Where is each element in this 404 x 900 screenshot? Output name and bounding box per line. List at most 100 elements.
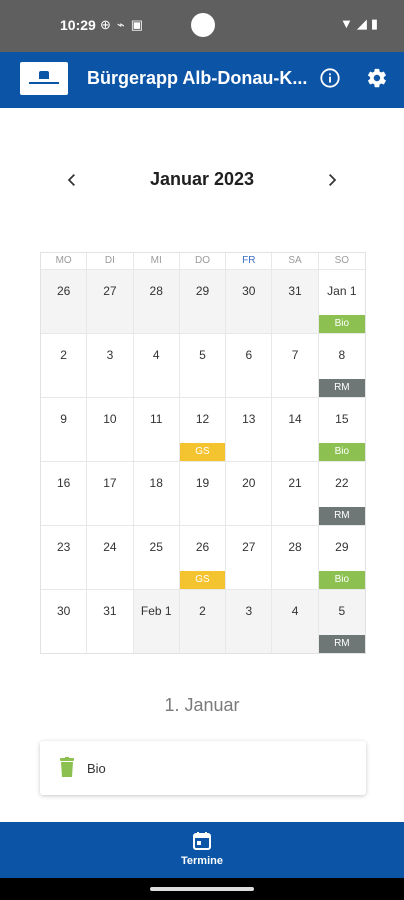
calendar-day[interactable]: 16	[41, 461, 88, 525]
sd-card-icon: ▣	[130, 17, 144, 32]
day-number: 22	[335, 476, 349, 490]
calendar-day[interactable]: 5 RM	[318, 589, 365, 653]
calendar-day[interactable]: 29 Bio	[318, 525, 365, 589]
calendar-day[interactable]: 3	[87, 333, 134, 397]
calendar-day[interactable]: 26 GS	[179, 525, 227, 589]
day-number: 14	[288, 412, 302, 426]
day-number: 21	[288, 476, 302, 490]
weekday-label: MO	[41, 253, 88, 269]
calendar-day[interactable]: 18	[133, 461, 180, 525]
calendar-day[interactable]: 27	[226, 525, 273, 589]
day-number: 29	[335, 540, 349, 554]
calendar-day[interactable]: 3	[226, 589, 273, 653]
event-chip-gs: GS	[179, 571, 226, 589]
chevron-right-icon	[329, 174, 337, 186]
day-number: 20	[242, 476, 256, 490]
calendar-day[interactable]: 30	[226, 269, 273, 333]
status-icons-right: ▼ ◢ ▮	[340, 16, 378, 32]
calendar-day[interactable]: 31	[272, 269, 319, 333]
selected-date-label: 1. Januar	[164, 695, 240, 715]
calendar-day[interactable]: 17	[87, 461, 134, 525]
calendar-day[interactable]: 11	[133, 397, 180, 461]
calendar-day[interactable]: 2	[41, 333, 88, 397]
calendar-day[interactable]: Feb 1	[133, 589, 180, 653]
calendar-day[interactable]: 30	[41, 589, 88, 653]
calendar-day[interactable]: 8 RM	[318, 333, 365, 397]
calendar-day[interactable]: 26	[41, 269, 88, 333]
calendar-day[interactable]: 4	[272, 589, 319, 653]
day-number: 8	[338, 348, 346, 362]
calendar-day[interactable]: Jan 1 Bio	[318, 269, 365, 333]
app-title: Bürgerapp Alb-Donau-K...	[87, 68, 308, 88]
day-number: 3	[245, 604, 253, 618]
event-chip-rm: RM	[318, 507, 365, 525]
day-number: 13	[242, 412, 256, 426]
calendar-day[interactable]: 23	[41, 525, 88, 589]
day-number: 4	[152, 348, 160, 362]
day-number: 10	[103, 412, 117, 426]
event-chip-bio: Bio	[318, 315, 365, 333]
calendar-day[interactable]: 5	[179, 333, 227, 397]
calendar-day[interactable]: 6	[226, 333, 273, 397]
calendar-day[interactable]: 12 GS	[179, 397, 227, 461]
month-navigation: Januar 2023	[0, 158, 404, 198]
day-number: Feb 1	[140, 604, 172, 618]
battery-icon: ▮	[370, 16, 378, 31]
tab-termine[interactable]: Termine	[0, 855, 404, 867]
app-bar: Bürgerapp Alb-Donau-K...	[0, 52, 404, 108]
info-button[interactable]	[316, 64, 344, 92]
next-month-button[interactable]	[318, 166, 346, 194]
day-number: 3	[106, 348, 114, 362]
calendar-day[interactable]: 20	[226, 461, 273, 525]
calendar-day[interactable]: 9	[41, 397, 88, 461]
calendar-day[interactable]: 7	[272, 333, 319, 397]
day-number: 19	[195, 476, 210, 490]
day-number: 15	[335, 412, 349, 426]
usb-icon: ⌁	[116, 17, 125, 32]
calendar-day[interactable]: 28	[133, 269, 180, 333]
gesture-bar[interactable]	[150, 887, 254, 891]
calendar-day[interactable]: 10	[87, 397, 134, 461]
calendar-day[interactable]: 21	[272, 461, 319, 525]
calendar-day[interactable]: 25	[133, 525, 180, 589]
day-number: 6	[245, 348, 253, 362]
day-number: 30	[56, 604, 71, 618]
weekday-label: FR	[226, 253, 273, 269]
day-number: 28	[288, 540, 302, 554]
calendar-day[interactable]: 2	[179, 589, 227, 653]
day-number: 27	[242, 540, 256, 554]
calendar-grid: MO DI MI DO FR SA SO 26 27 28 29 30 31 Jan 1 Bi…	[40, 252, 366, 654]
day-number: 29	[195, 284, 210, 298]
calendar-day[interactable]: 22 RM	[318, 461, 365, 525]
day-number: 4	[291, 604, 299, 618]
day-number: Jan 1	[327, 284, 357, 298]
event-chip-bio: Bio	[318, 443, 365, 461]
calendar-day[interactable]: 19	[179, 461, 227, 525]
calendar-day[interactable]: 27	[87, 269, 134, 333]
logo-line	[29, 82, 59, 84]
bottom-navigation: Termine	[0, 822, 404, 878]
wifi-icon: ▼	[339, 16, 353, 31]
gear-icon	[368, 68, 386, 88]
calendar-day[interactable]: 29	[179, 269, 227, 333]
day-number: 17	[103, 476, 117, 490]
settings-button[interactable]	[363, 64, 391, 92]
signal-icon: ◢	[356, 16, 367, 31]
calendar-icon[interactable]	[192, 831, 212, 851]
weekday-header: MO DI MI DO FR SA SO	[41, 253, 365, 269]
calendar-day[interactable]: 31	[87, 589, 134, 653]
calendar-day[interactable]: 24	[87, 525, 134, 589]
calendar-day[interactable]: 28	[272, 525, 319, 589]
event-card[interactable]: Bio	[40, 741, 366, 795]
day-number: 27	[103, 284, 117, 298]
day-number: 31	[288, 284, 302, 298]
calendar-day[interactable]: 13	[226, 397, 273, 461]
event-chip-rm: RM	[318, 635, 365, 653]
calendar-day[interactable]: 15 Bio	[318, 397, 365, 461]
day-number: 5	[338, 604, 346, 618]
day-number: 5	[199, 348, 206, 362]
calendar-day[interactable]: 4	[133, 333, 180, 397]
calendar-day[interactable]: 14	[272, 397, 319, 461]
day-number: 18	[149, 476, 163, 490]
gesture-area	[0, 878, 404, 900]
